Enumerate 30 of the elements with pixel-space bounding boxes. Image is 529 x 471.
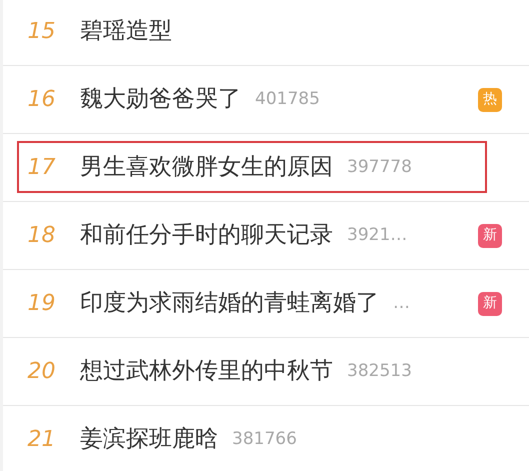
rank-number: 18 — [26, 222, 56, 250]
topic-title[interactable]: 男生喜欢微胖女生的原因 — [80, 150, 333, 185]
heat-count: 382513 — [347, 360, 412, 383]
list-row[interactable]: 21 姜滨探班鹿晗 381766 — [3, 406, 529, 471]
heat-count: 401785 — [255, 88, 320, 111]
heat-count: … — [393, 292, 410, 315]
topic-title[interactable]: 姜滨探班鹿晗 — [80, 422, 218, 457]
rank-number: 20 — [26, 358, 56, 386]
topic-title[interactable]: 印度为求雨结婚的青蛙离婚了 — [80, 286, 379, 321]
badge: 新 — [478, 224, 502, 248]
list-row[interactable]: 15 碧瑶造型 — [3, 0, 529, 66]
rank-number: 16 — [26, 86, 56, 114]
list-row[interactable]: 16 魏大勋爸爸哭了 401785 热 — [3, 66, 529, 134]
topic-title[interactable]: 想过武林外传里的中秋节 — [80, 354, 333, 389]
badge: 热 — [478, 88, 502, 112]
list-row[interactable]: 18 和前任分手时的聊天记录 3921… 新 — [3, 202, 529, 270]
heat-count: 3921… — [347, 224, 408, 247]
list-row[interactable]: 20 想过武林外传里的中秋节 382513 — [3, 338, 529, 406]
rank-number: 15 — [26, 18, 56, 46]
badge: 新 — [478, 292, 502, 316]
heat-count: 397778 — [347, 156, 412, 179]
list-row[interactable]: 17 男生喜欢微胖女生的原因 397778 — [3, 134, 529, 202]
rank-number: 21 — [26, 426, 56, 454]
topic-title[interactable]: 和前任分手时的聊天记录 — [80, 218, 333, 253]
topic-title[interactable]: 碧瑶造型 — [80, 14, 172, 49]
list-row[interactable]: 19 印度为求雨结婚的青蛙离婚了 … 新 — [3, 270, 529, 338]
rank-number: 17 — [26, 154, 56, 182]
topic-title[interactable]: 魏大勋爸爸哭了 — [80, 82, 241, 117]
rank-number: 19 — [26, 290, 56, 318]
heat-count: 381766 — [232, 428, 297, 451]
